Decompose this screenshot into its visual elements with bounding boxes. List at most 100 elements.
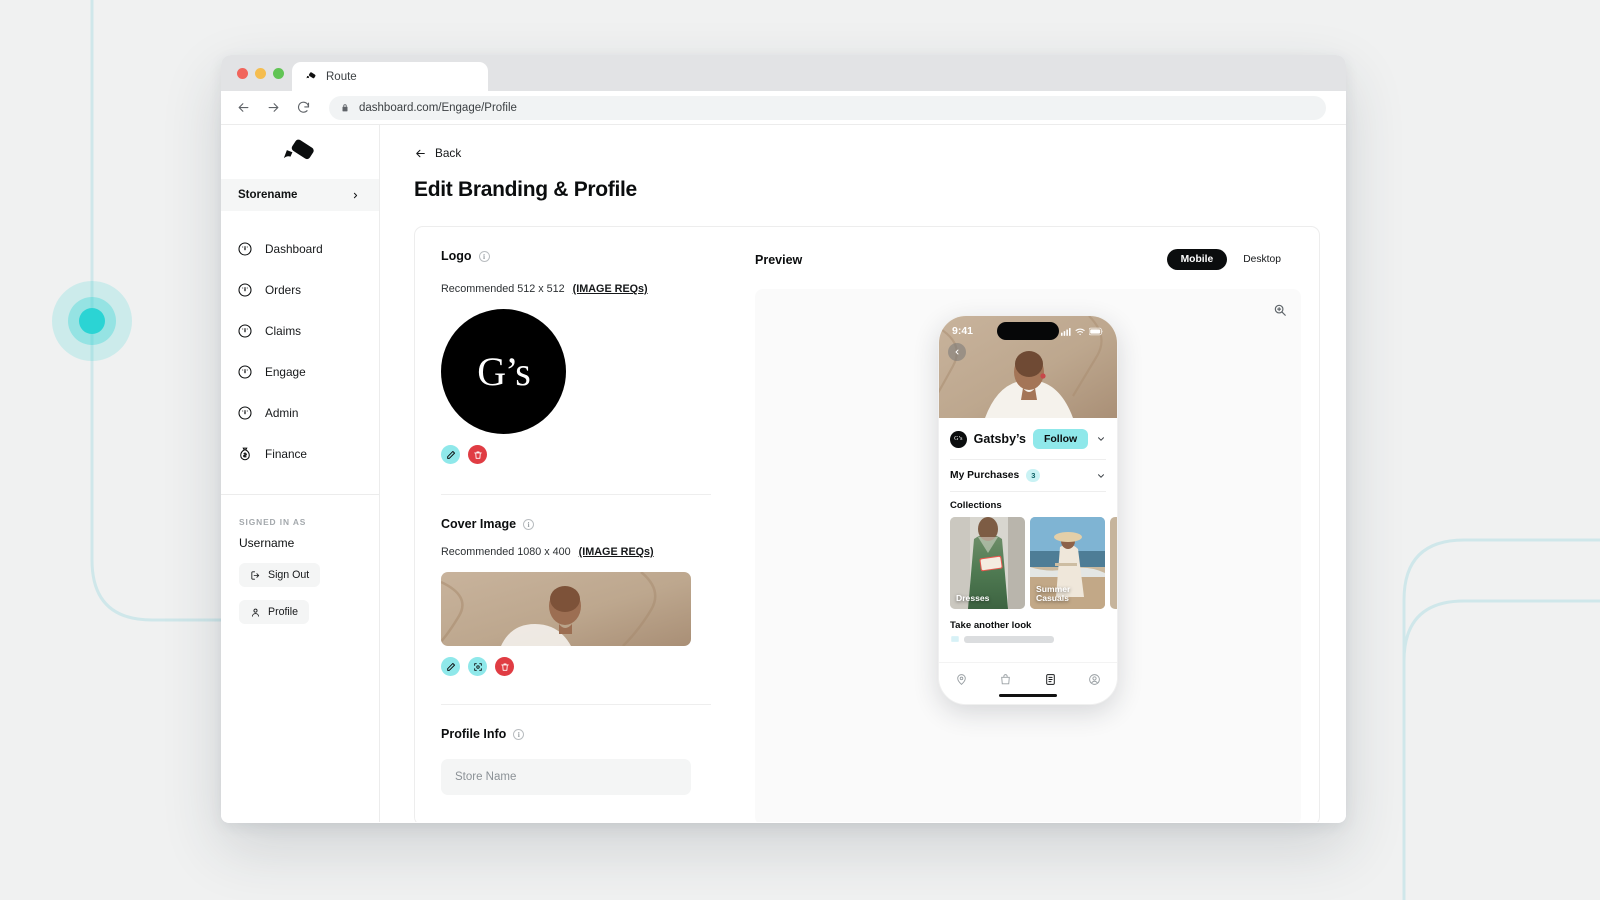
preview-stage: 9:41 G’s Gatsby’s Follow My Purchases 3 … <box>755 289 1301 822</box>
close-window-button[interactable] <box>237 68 248 79</box>
zoom-in-icon[interactable] <box>1273 303 1287 317</box>
info-icon[interactable]: i <box>513 728 525 740</box>
browser-urlbar: dashboard.com/Engage/Profile <box>221 91 1346 125</box>
page-title: Edit Branding & Profile <box>414 178 637 201</box>
sidebar-item-label: Admin <box>265 405 299 420</box>
browser-tab[interactable]: Route <box>292 62 488 91</box>
back-button[interactable]: Back <box>414 146 1320 160</box>
chevron-down-icon[interactable] <box>1095 471 1106 481</box>
reposition-cover-button[interactable] <box>468 657 487 676</box>
reload-icon[interactable] <box>295 99 312 116</box>
tab-title: Route <box>326 70 357 83</box>
back-arrow-icon[interactable] <box>235 99 252 116</box>
battery-icon <box>1089 327 1104 336</box>
preview-column: Preview Mobile Desktop 9:41 G’s Gatsby’s… <box>735 227 1319 822</box>
preview-device-toggle[interactable]: Mobile Desktop <box>1166 249 1295 270</box>
maximize-window-button[interactable] <box>273 68 284 79</box>
sign-out-button[interactable]: Sign Out <box>239 563 321 587</box>
wifi-icon <box>1075 327 1086 336</box>
minimize-window-button[interactable] <box>255 68 266 79</box>
gauge-icon <box>237 405 253 421</box>
purchases-count-badge: 3 <box>1026 469 1041 482</box>
account-person-icon[interactable] <box>1088 673 1101 686</box>
store-name-input[interactable]: Store Name <box>441 759 691 795</box>
lock-icon <box>340 103 350 113</box>
gauge-icon <box>237 282 253 298</box>
signed-in-label: SIGNED IN AS <box>239 517 307 527</box>
take-another-look-subrow <box>939 631 1117 644</box>
sidebar-store-switcher[interactable]: Storename <box>221 179 379 211</box>
cover-image-reqs-link[interactable]: (IMAGE REQs) <box>579 546 654 558</box>
logo-title-label: Logo <box>441 249 472 263</box>
profile-label: Profile <box>268 606 299 618</box>
forward-arrow-icon[interactable] <box>265 99 282 116</box>
info-icon[interactable]: i <box>478 250 490 262</box>
sidebar-item-engage[interactable]: Engage <box>221 351 379 392</box>
pulse-dot <box>79 308 105 334</box>
location-pin-icon[interactable] <box>955 673 968 686</box>
phone-store-header: G’s Gatsby’s Follow <box>939 418 1117 459</box>
sidebar-item-claims[interactable]: Claims <box>221 310 379 351</box>
collection-card[interactable]: Dresses <box>950 517 1025 609</box>
cover-recommended-label: Recommended 1080 x 400 <box>441 546 571 558</box>
cover-actions <box>441 657 711 676</box>
preview-title: Preview <box>755 252 803 267</box>
dynamic-island <box>997 322 1059 340</box>
logo-image-reqs-link[interactable]: (IMAGE REQs) <box>573 283 648 295</box>
preview-header: Preview Mobile Desktop <box>755 249 1301 270</box>
tab-desktop[interactable]: Desktop <box>1229 249 1295 270</box>
sidebar-account: SIGNED IN AS Username Sign Out Profile <box>221 495 379 624</box>
sidebar-brand[interactable] <box>221 125 379 179</box>
url-text: dashboard.com/Engage/Profile <box>359 101 517 114</box>
collection-name: Dresses <box>956 593 990 604</box>
app-root: Storename Dashboard Orders Claims Engage… <box>221 125 1346 822</box>
logo-text: G’s <box>477 349 531 394</box>
phone-back-button[interactable] <box>948 343 966 361</box>
collection-card[interactable] <box>1110 517 1117 609</box>
chevron-down-icon[interactable] <box>1095 434 1106 444</box>
orders-list-icon[interactable] <box>1044 673 1057 686</box>
phone-mockup: 9:41 G’s Gatsby’s Follow My Purchases 3 … <box>938 315 1118 705</box>
route-logo-icon <box>281 139 319 165</box>
profile-info-title: Profile Info i <box>441 727 711 741</box>
sign-out-icon <box>250 570 261 581</box>
phone-store-name: Gatsby’s <box>973 432 1026 446</box>
collection-card[interactable]: Summer Casuals <box>1030 517 1105 609</box>
sign-out-label: Sign Out <box>268 569 310 581</box>
profile-info-label: Profile Info <box>441 727 507 741</box>
url-input[interactable]: dashboard.com/Engage/Profile <box>329 95 1326 120</box>
profile-button[interactable]: Profile <box>239 600 310 624</box>
collections-label: Collections <box>950 500 1002 511</box>
edit-logo-button[interactable] <box>441 445 460 464</box>
sidebar-item-dashboard[interactable]: Dashboard <box>221 228 379 269</box>
sidebar: Storename Dashboard Orders Claims Engage… <box>221 125 380 822</box>
sidebar-item-admin[interactable]: Admin <box>221 392 379 433</box>
cover-title-label: Cover Image <box>441 517 517 531</box>
cover-recommended: Recommended 1080 x 400 (IMAGE REQs) <box>441 546 711 558</box>
follow-button[interactable]: Follow <box>1032 429 1089 449</box>
phone-store-avatar: G’s <box>950 430 967 448</box>
delete-logo-button[interactable] <box>468 445 487 464</box>
browser-window: Route dashboard.com/Engage/Profile Store… <box>221 55 1346 823</box>
username-label: Username <box>239 536 295 550</box>
money-bag-icon <box>237 446 253 462</box>
sidebar-item-label: Claims <box>265 323 302 338</box>
phone-cover-image: 9:41 <box>939 316 1117 418</box>
sidebar-item-orders[interactable]: Orders <box>221 269 379 310</box>
window-traffic-lights[interactable] <box>221 68 284 91</box>
phone-tab-bar[interactable] <box>939 662 1117 704</box>
logo-preview: G’s <box>441 309 566 434</box>
my-purchases-row[interactable]: My Purchases 3 <box>939 460 1117 491</box>
take-another-look-label: Take another look <box>950 620 1032 631</box>
tab-mobile[interactable]: Mobile <box>1166 249 1228 270</box>
edit-cover-button[interactable] <box>441 657 460 676</box>
collections-carousel[interactable]: Dresses Summer Casuals <box>939 517 1117 609</box>
shopping-bag-icon[interactable] <box>999 673 1012 686</box>
store-name-label: Storename <box>238 189 298 201</box>
sidebar-item-finance[interactable]: Finance <box>221 433 379 474</box>
delete-cover-button[interactable] <box>495 657 514 676</box>
section-divider <box>441 704 711 705</box>
status-time: 9:41 <box>952 325 974 337</box>
logo-recommended-label: Recommended 512 x 512 <box>441 283 565 295</box>
info-icon[interactable]: i <box>523 518 535 530</box>
